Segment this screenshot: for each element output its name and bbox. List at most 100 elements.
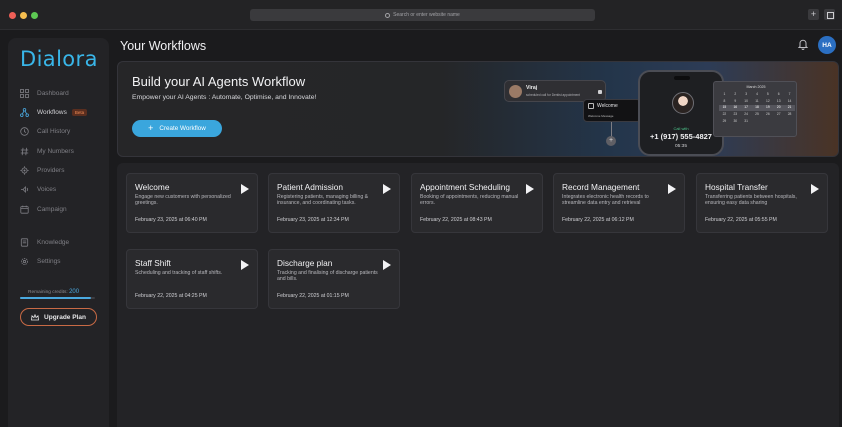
calendar-day: 25: [755, 112, 759, 117]
dialora-logo[interactable]: Dialora: [20, 47, 98, 71]
calendar-day: 23: [733, 112, 738, 117]
workflow-node-tag: Welcome Message: [588, 114, 614, 118]
add-node-icon: +: [606, 136, 616, 146]
workflow-card-title: Patient Admission: [277, 182, 343, 192]
voice-icon: [20, 185, 29, 194]
create-workflow-button[interactable]: + Create Workflow: [132, 120, 222, 137]
calendar-icon: [20, 205, 29, 214]
sidebar-item-workflows[interactable]: Workflows Beta: [20, 105, 105, 119]
workflow-card-title: Staff Shift: [135, 258, 171, 268]
sidebar-item-dashboard[interactable]: Dashboard: [20, 86, 105, 100]
workflow-card[interactable]: Discharge plan Tracking and finalising of…: [268, 249, 400, 309]
plus-icon: +: [148, 123, 154, 133]
hero-subtitle: Empower your AI Agents : Automate, Optim…: [132, 94, 317, 101]
workflow-card-title: Discharge plan: [277, 258, 333, 268]
address-bar[interactable]: Search or enter website name: [250, 9, 595, 21]
sidebar-item-call-history[interactable]: Call History: [20, 124, 105, 138]
search-icon: [385, 12, 391, 18]
sidebar-item-label: Call History: [37, 127, 71, 135]
beta-badge: Beta: [71, 108, 88, 116]
calendar-day: 17: [740, 105, 752, 111]
calendar-day: 8: [723, 98, 726, 103]
calendar-day: 28: [787, 112, 792, 117]
new-tab-button[interactable]: +: [808, 9, 819, 20]
hero-title: Build your AI Agents Workflow: [132, 74, 306, 89]
calendar-day: 18: [751, 105, 763, 111]
workflow-card[interactable]: Record Management Integrates electronic h…: [553, 173, 685, 233]
sidebar-item-providers[interactable]: Providers: [20, 163, 105, 177]
workflow-node-preview: Welcome Welcome Message: [583, 99, 641, 122]
hash-icon: [20, 147, 29, 156]
workflow-card-date: February 22, 2025 at 06:12 PM: [562, 217, 634, 223]
workflow-card-description: Integrates electronic health records to …: [562, 194, 649, 207]
workflow-card-date: February 22, 2025 at 01:15 PM: [277, 293, 349, 299]
phone-notch: [674, 76, 690, 80]
close-window-button[interactable]: [9, 12, 16, 19]
page-title: Your Workflows: [120, 39, 207, 53]
connector-line: [611, 122, 612, 137]
calendar-day: 30: [733, 118, 738, 123]
hero-banner: Build your AI Agents Workflow Empower yo…: [117, 61, 839, 157]
play-icon[interactable]: [668, 184, 676, 194]
workflow-card-description: Scheduling and tracking of staff shifts.: [135, 270, 223, 276]
avatar[interactable]: HA: [818, 36, 836, 54]
sidebar-item-my-numbers[interactable]: My Numbers: [20, 144, 105, 158]
play-icon[interactable]: [383, 260, 391, 270]
workflow-card[interactable]: Appointment Scheduling Booking of appoint…: [411, 173, 543, 233]
sidebar-item-knowledge[interactable]: Knowledge: [20, 235, 105, 249]
workflow-card-date: February 23, 2025 at 06:40 PM: [135, 217, 207, 223]
calendar-day: 14: [787, 98, 792, 103]
calendar-day: 5: [766, 92, 769, 96]
workflow-card-description: Engage new customers with personalized g…: [135, 194, 231, 207]
calendar-day: 19: [762, 105, 774, 111]
browser-toolbar: Search or enter website name +: [0, 0, 842, 30]
workflow-icon: [20, 107, 29, 117]
upgrade-plan-button[interactable]: Upgrade Plan: [20, 308, 97, 326]
sidebar-item-campaign[interactable]: Campaign: [20, 202, 105, 216]
dashboard-icon: [20, 88, 29, 98]
workflow-card-date: February 23, 2025 at 12:34 PM: [277, 217, 349, 223]
maximize-window-button[interactable]: [31, 12, 38, 19]
gear-icon: [20, 165, 29, 175]
calendar-day: 10: [744, 98, 748, 103]
play-icon[interactable]: [383, 184, 391, 194]
play-icon[interactable]: [241, 260, 249, 270]
minimize-window-button[interactable]: [20, 12, 27, 19]
sidebar-item-voices[interactable]: Voices: [20, 182, 105, 196]
phone-call-status: Call with: [673, 126, 689, 131]
sidebar-item-label: Knowledge: [37, 238, 70, 246]
bell-icon[interactable]: [797, 38, 809, 50]
play-icon[interactable]: [526, 184, 534, 194]
workflow-card[interactable]: Welcome Engage new customers with persona…: [126, 173, 258, 233]
sidebar-item-label: My Numbers: [37, 147, 74, 155]
create-workflow-label: Create Workflow: [159, 125, 206, 132]
workflow-card[interactable]: Patient Admission Registering patients, m…: [268, 173, 400, 233]
sidebar-item-label: Dashboard: [37, 89, 69, 97]
workflow-card-title: Appointment Scheduling: [420, 182, 510, 192]
calendar-day: 3: [745, 92, 748, 96]
calendar-day: 1: [723, 92, 726, 96]
workflow-card[interactable]: Hospital Transfer Transferring patients b…: [696, 173, 828, 233]
remaining-credits: Remaining credits: 200: [28, 289, 79, 295]
play-icon[interactable]: [811, 184, 819, 194]
clock-icon: [20, 126, 29, 136]
tab-overview-button[interactable]: [824, 9, 835, 20]
sidebar-item-label: Settings: [37, 257, 61, 265]
contact-photo: [672, 92, 694, 114]
calendar-day: 24: [744, 112, 748, 117]
calendar-day: 26: [766, 112, 770, 117]
book-icon: [20, 237, 29, 247]
calendar-day: 2: [734, 92, 737, 96]
workflow-card-date: February 22, 2025 at 04:25 PM: [135, 293, 207, 299]
message-icon: [588, 103, 594, 109]
workflow-list-panel: Welcome Engage new customers with persona…: [117, 163, 839, 427]
play-icon[interactable]: [241, 184, 249, 194]
sidebar-item-settings[interactable]: Settings: [20, 254, 105, 268]
credits-progress-fill: [20, 297, 92, 299]
workflow-card[interactable]: Staff Shift Scheduling and tracking of st…: [126, 249, 258, 309]
sidebar-item-label: Workflows: [37, 108, 67, 116]
sidebar-item-label: Campaign: [37, 205, 67, 213]
credits-label: Remaining credits:: [28, 290, 68, 295]
calendar-day: 4: [756, 92, 758, 96]
calendar-day: 15: [719, 105, 730, 111]
